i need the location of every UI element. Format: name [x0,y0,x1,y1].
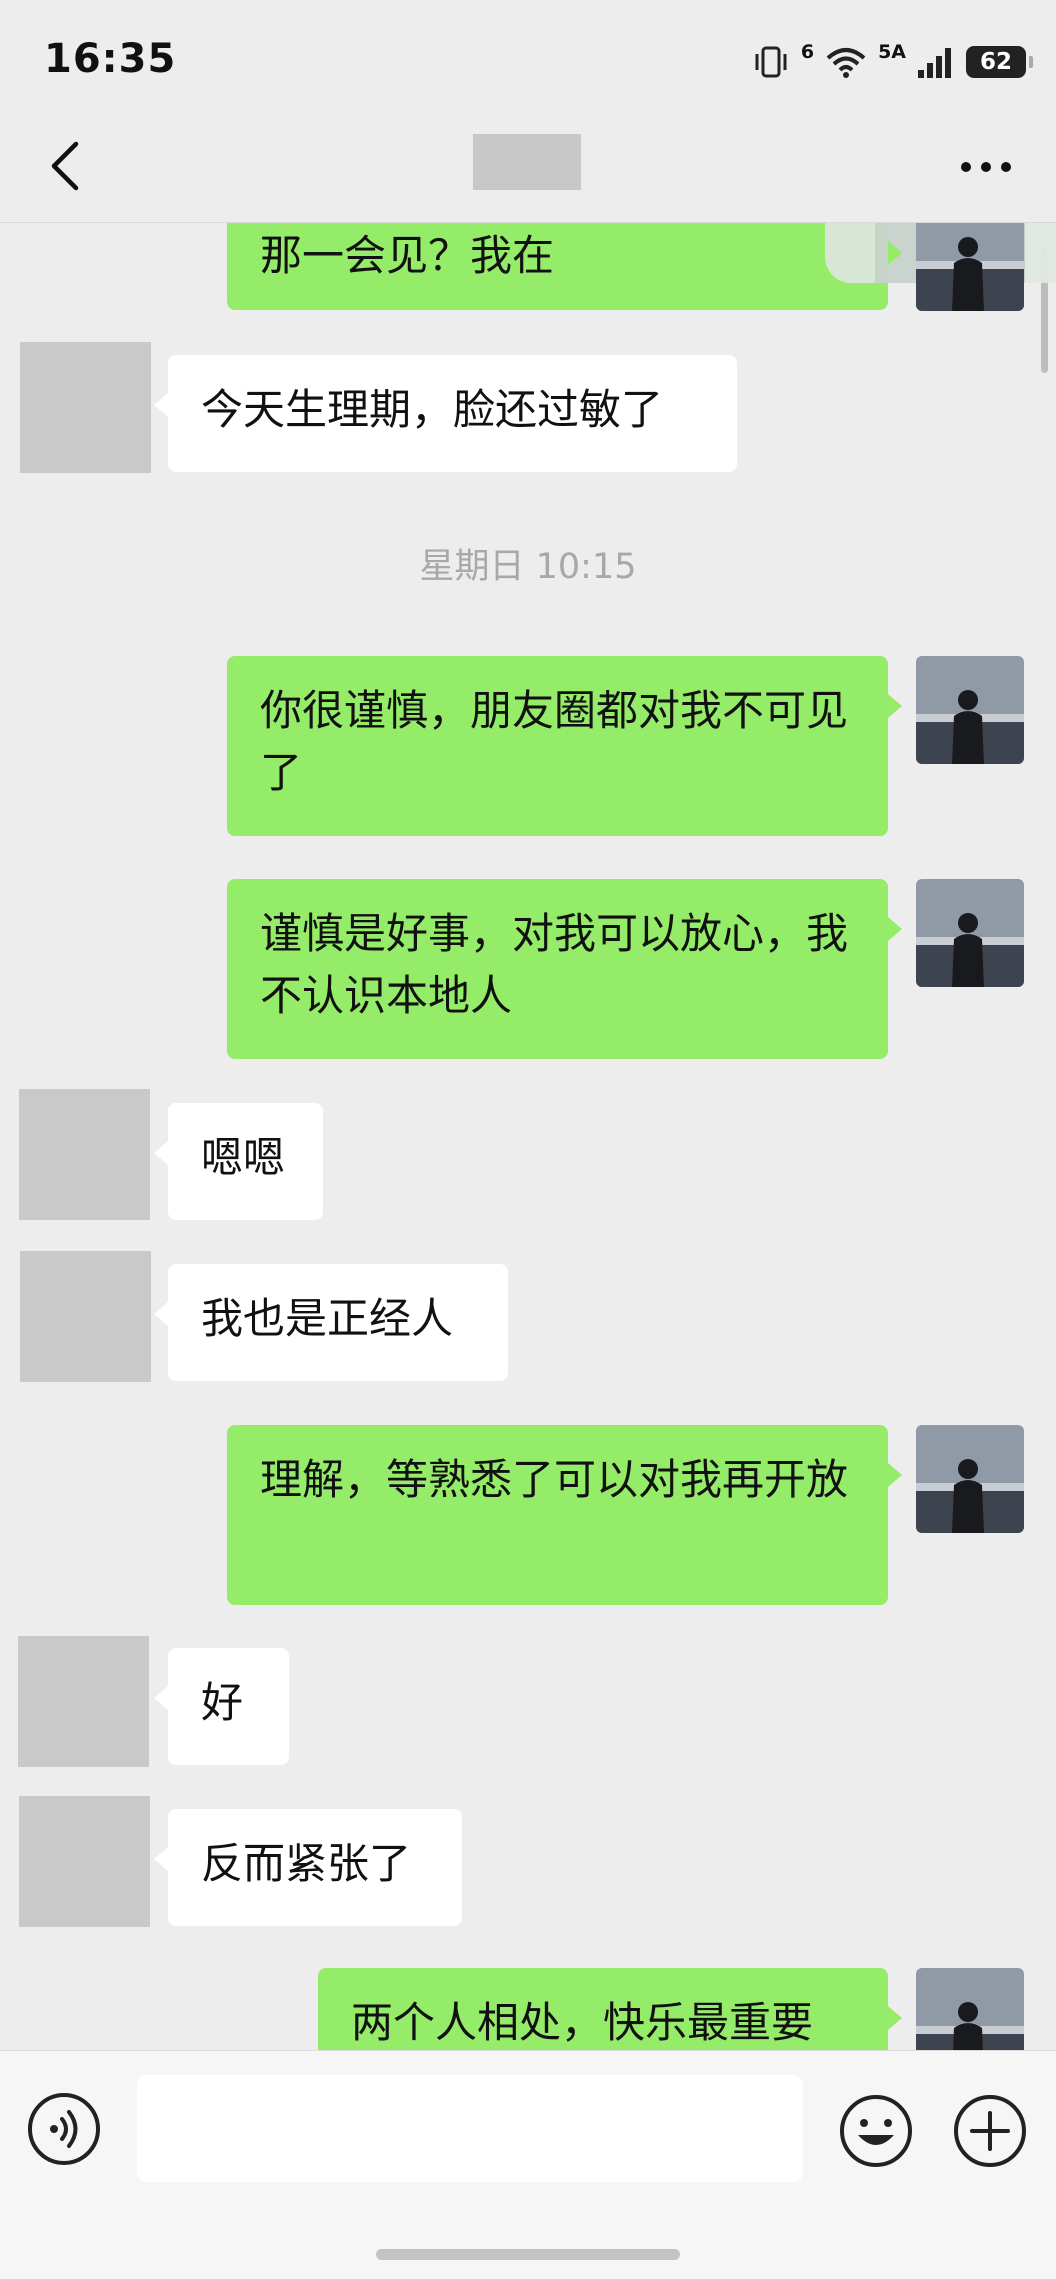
voice-button[interactable] [28,2093,100,2165]
message-timestamp: 星期日 10:15 [419,547,637,587]
emoji-icon[interactable] [838,2093,914,2169]
status-bar: 16:35 6 5A 62 [0,0,1056,120]
contact-avatar[interactable] [18,1636,149,1767]
signal-icon [918,48,951,78]
my-avatar[interactable] [916,1968,1024,2050]
message-text: 谨慎是好事，对我可以放心，我不认识本地人 [260,909,849,1020]
contact-avatar[interactable] [19,1796,150,1927]
message-input[interactable] [137,2075,803,2182]
battery-level: 62 [979,49,1012,75]
my-avatar[interactable] [916,1425,1024,1533]
status-icons: 6 5A 62 [751,40,1033,84]
message-bubble-outgoing[interactable]: 你很谨慎，朋友圈都对我不可见了 [227,656,902,836]
message-bubble-outgoing[interactable]: 两个人相处，快乐最重要 [318,1968,902,2050]
wifi-icon [826,48,866,78]
message-bubble-outgoing[interactable]: 谨慎是好事，对我可以放心，我不认识本地人 [227,879,902,1059]
vibrate-icon [755,46,787,78]
more-dots-icon[interactable] [956,142,1016,192]
my-avatar[interactable] [916,656,1024,764]
message-text: 嗯嗯 [201,1133,286,1182]
status-time: 16:35 [44,36,177,82]
contact-avatar[interactable] [19,1089,150,1220]
message-bubble-incoming[interactable]: 我也是正经人 [154,1264,508,1381]
chevron-left-icon[interactable] [38,136,98,196]
message-text: 理解，等熟悉了可以对我再开放 [260,1455,849,1504]
message-bubble-incoming[interactable]: 好 [154,1648,289,1765]
home-indicator[interactable] [376,2249,680,2260]
message-bubble-incoming[interactable]: 嗯嗯 [154,1103,323,1220]
avatar-photo-icon [916,223,1024,311]
battery-indicator: 62 [966,46,1033,78]
avatar-photo-icon [916,879,1024,987]
avatar-photo-icon [916,1968,1024,2050]
signal-label: 5A [878,41,906,63]
plus-icon[interactable] [952,2093,1028,2169]
message-text: 我也是正经人 [201,1294,454,1343]
message-bubble-incoming[interactable]: 今天生理期，脸还过敏了 [154,355,737,472]
message-text: 今天生理期，脸还过敏了 [201,385,664,434]
message-text: 好 [201,1678,244,1727]
message-bubble-outgoing[interactable]: 那一会见？我在 [227,223,1056,310]
message-text: 两个人相处，快乐最重要 [351,1998,814,2047]
contact-avatar[interactable] [20,1251,151,1382]
contact-avatar[interactable] [20,342,151,473]
avatar-photo-icon [916,1425,1024,1533]
avatar-photo-icon [916,656,1024,764]
message-text: 那一会见？我在 [260,231,555,280]
my-avatar[interactable] [916,879,1024,987]
wifi-label: 6 [800,41,815,63]
message-bubble-incoming[interactable]: 反而紧张了 [154,1809,462,1926]
message-list[interactable]: 那一会见？我在 今天生理期，脸还过敏了 星期日 10:15 你很谨慎，朋友圈都对… [0,223,1056,2050]
input-bar [0,2050,1056,2279]
message-text: 你很谨慎，朋友圈都对我不可见了 [260,686,849,797]
chat-header [0,120,1056,223]
my-avatar[interactable] [916,223,1024,311]
chat-title-redacted [473,134,581,190]
message-bubble-outgoing[interactable]: 理解，等熟悉了可以对我再开放 [227,1425,902,1605]
voice-icon [50,2110,78,2148]
message-text: 反而紧张了 [201,1839,412,1888]
